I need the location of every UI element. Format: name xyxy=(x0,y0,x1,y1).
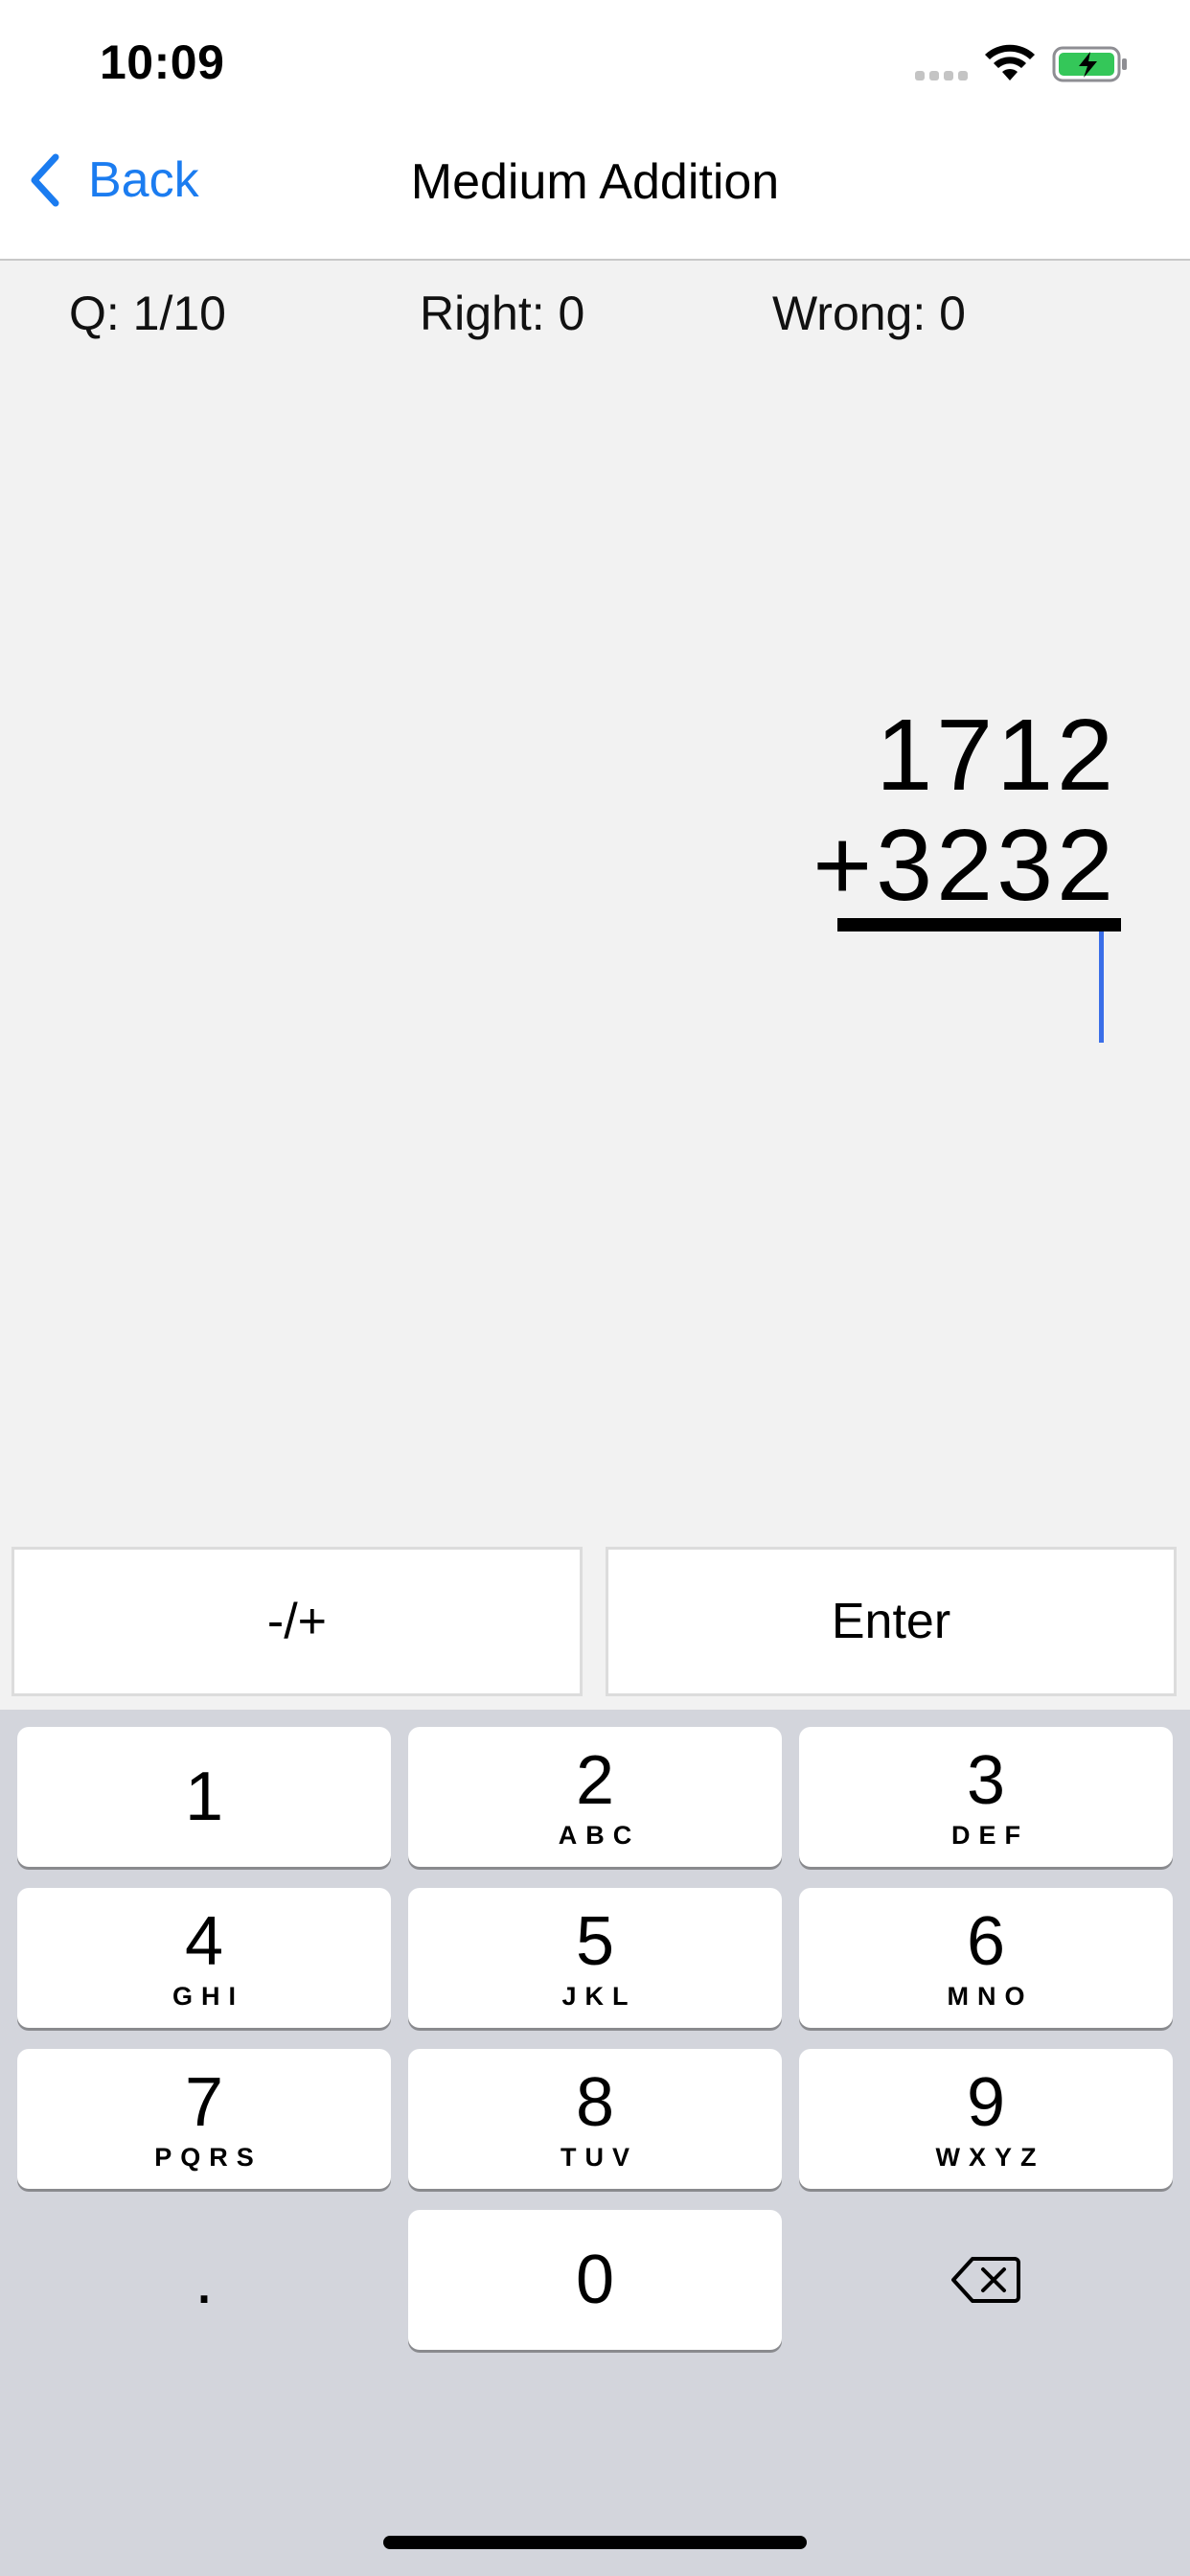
right-counter: Right: 0 xyxy=(420,287,585,340)
backspace-icon xyxy=(951,2257,1020,2303)
key-digit: 4 xyxy=(184,1902,224,1980)
key-digit: 2 xyxy=(575,1741,615,1819)
key-letters: GHI xyxy=(172,1981,244,2011)
key-digit: 9 xyxy=(966,2063,1006,2141)
key-letters: JKL xyxy=(561,1981,637,2011)
key-4[interactable]: 4 GHI xyxy=(17,1888,391,2028)
key-6[interactable]: 6 MNO xyxy=(799,1888,1173,2028)
key-digit: 5 xyxy=(575,1902,615,1980)
key-5[interactable]: 5 JKL xyxy=(408,1888,782,2028)
status-time: 10:09 xyxy=(100,35,225,89)
key-7[interactable]: 7 PQRS xyxy=(17,2049,391,2189)
key-1[interactable]: 1 xyxy=(17,1727,391,1867)
key-digit: 7 xyxy=(184,2063,224,2141)
key-8[interactable]: 8 TUV xyxy=(408,2049,782,2189)
answer-input-cursor[interactable] xyxy=(1099,932,1104,1043)
key-digit: 0 xyxy=(575,2242,615,2318)
wifi-icon xyxy=(985,44,1035,80)
cellular-signal-icon xyxy=(915,71,971,82)
key-digit: 8 xyxy=(575,2063,615,2141)
wrong-counter: Wrong: 0 xyxy=(772,287,966,340)
battery-charging-icon xyxy=(1052,46,1127,82)
key-letters: ABC xyxy=(558,1820,641,1850)
key-digit: 3 xyxy=(966,1741,1006,1819)
enter-button[interactable]: Enter xyxy=(606,1547,1177,1696)
operand-2: +3232 xyxy=(812,809,1117,922)
key-0[interactable]: 0 xyxy=(408,2210,782,2350)
key-decimal[interactable]: . xyxy=(17,2210,391,2350)
key-letters: DEF xyxy=(951,1820,1029,1850)
key-letters: PQRS xyxy=(154,2142,263,2172)
question-counter: Q: 1/10 xyxy=(69,287,226,340)
sign-toggle-button[interactable]: -/+ xyxy=(11,1547,583,1696)
operand-1: 1712 xyxy=(876,699,1117,812)
key-digit: 6 xyxy=(966,1902,1006,1980)
key-2[interactable]: 2 ABC xyxy=(408,1727,782,1867)
home-indicator[interactable] xyxy=(383,2536,807,2549)
key-3[interactable]: 3 DEF xyxy=(799,1727,1173,1867)
key-digit: . xyxy=(194,2242,214,2318)
answer-underline xyxy=(837,918,1121,932)
key-letters: WXYZ xyxy=(935,2142,1045,2172)
key-letters: TUV xyxy=(561,2142,638,2172)
key-delete[interactable] xyxy=(799,2210,1173,2350)
key-letters: MNO xyxy=(947,1981,1034,2011)
page-title: Medium Addition xyxy=(410,154,780,210)
key-digit: 1 xyxy=(184,1759,224,1835)
key-9[interactable]: 9 WXYZ xyxy=(799,2049,1173,2189)
